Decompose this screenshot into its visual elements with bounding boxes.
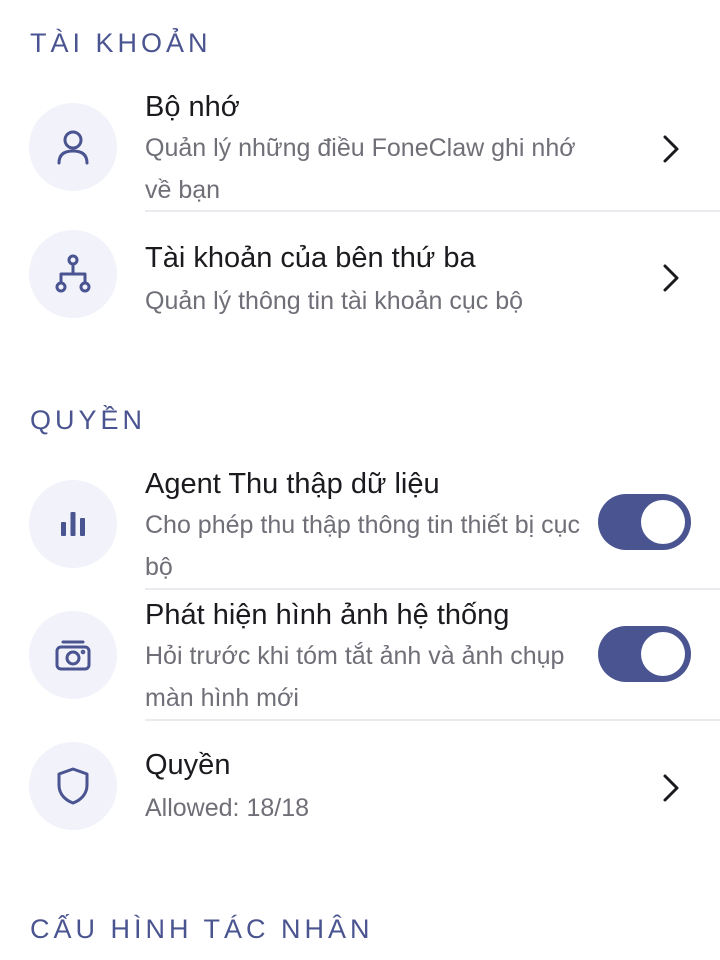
camera-icon (29, 611, 117, 699)
settings-item-data-collection[interactable]: Agent Thu thập dữ liệu Cho phép thu thập… (0, 462, 720, 587)
settings-item-third-party-accounts[interactable]: Tài khoản của bên thứ ba Quản lý thông t… (0, 230, 720, 330)
toggle-knob (641, 632, 685, 676)
image-detection-toggle[interactable] (598, 626, 691, 682)
third-party-title: Tài khoản của bên thứ ba (145, 242, 476, 274)
data-collection-subtitle: Cho phép thu thập thông tin thiết bị cục… (145, 511, 581, 581)
bar-chart-icon (29, 480, 117, 568)
chevron-right-icon (655, 768, 685, 808)
section-header-agent-config: CẤU HÌNH TÁC NHÂN (30, 914, 374, 944)
settings-item-memory[interactable]: Bộ nhớ Quản lý những điều FoneClaw ghi n… (0, 85, 720, 210)
data-collection-title: Agent Thu thập dữ liệu (145, 468, 440, 500)
memory-title: Bộ nhớ (145, 91, 240, 123)
data-collection-toggle[interactable] (598, 494, 691, 550)
divider (145, 719, 720, 721)
chevron-right-icon (655, 258, 685, 298)
shield-icon (29, 742, 117, 830)
account-tree-icon (29, 230, 117, 318)
third-party-subtitle: Quản lý thông tin tài khoản cục bộ (145, 287, 524, 315)
section-header-account: TÀI KHOẢN (30, 28, 212, 58)
divider (145, 210, 720, 212)
image-detection-subtitle: Hỏi trước khi tóm tắt ảnh và ảnh chụp mà… (145, 642, 565, 712)
permissions-title: Quyền (145, 749, 231, 781)
chevron-right-icon (655, 129, 685, 169)
settings-item-image-detection[interactable]: Phát hiện hình ảnh hệ thống Hỏi trước kh… (0, 593, 720, 718)
image-detection-title: Phát hiện hình ảnh hệ thống (145, 599, 510, 631)
section-header-permissions: QUYỀN (30, 405, 147, 435)
person-icon (29, 103, 117, 191)
divider (145, 588, 720, 590)
settings-item-permissions[interactable]: Quyền Allowed: 18/18 (0, 742, 720, 842)
permissions-subtitle: Allowed: 18/18 (145, 794, 310, 822)
memory-subtitle: Quản lý những điều FoneClaw ghi nhớ về b… (145, 134, 576, 204)
toggle-knob (641, 500, 685, 544)
